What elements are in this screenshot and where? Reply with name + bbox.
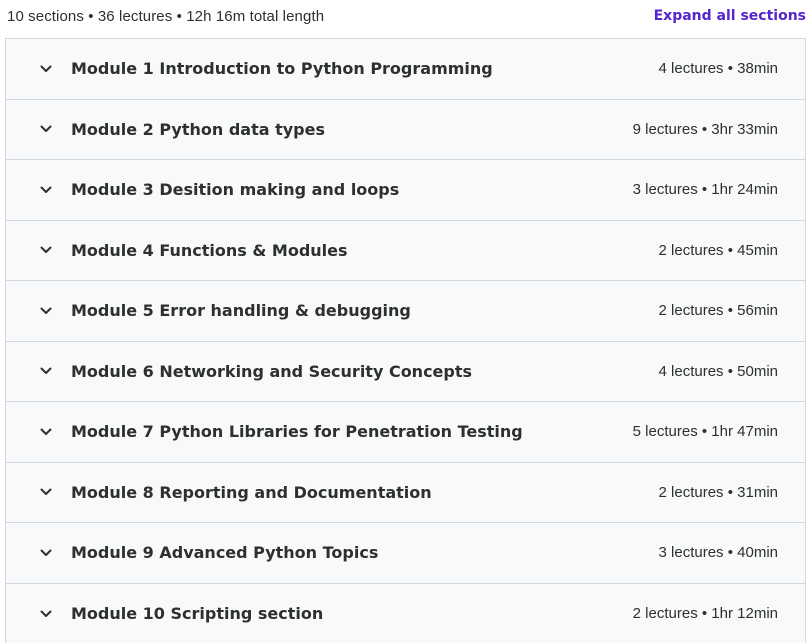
section-title: Module 5 Error handling & debugging: [71, 301, 411, 321]
expand-all-sections-link[interactable]: Expand all sections: [654, 8, 806, 24]
section-title: Module 1 Introduction to Python Programm…: [71, 59, 493, 79]
section-meta: 2 lectures • 31min: [658, 483, 778, 501]
section-title: Module 2 Python data types: [71, 119, 325, 139]
section-title: Module 6 Networking and Security Concept…: [71, 361, 473, 381]
section-meta: 3 lectures • 1hr 24min: [632, 181, 778, 199]
section-meta: 4 lectures • 38min: [658, 60, 778, 78]
chevron-down-icon: [38, 484, 54, 500]
section-row[interactable]: Module 10 Scripting section 2 lectures •…: [6, 583, 805, 643]
section-meta: 5 lectures • 1hr 47min: [632, 423, 778, 441]
section-title: Module 10 Scripting section: [71, 604, 324, 624]
course-summary-bar: 10 sections • 36 lectures • 12h 16m tota…: [0, 0, 812, 32]
section-title: Module 9 Advanced Python Topics: [71, 543, 379, 563]
section-row[interactable]: Module 2 Python data types 9 lectures • …: [6, 99, 805, 160]
sections-accordion: Module 1 Introduction to Python Programm…: [5, 38, 806, 643]
section-row[interactable]: Module 8 Reporting and Documentation 2 l…: [6, 462, 805, 523]
section-row[interactable]: Module 3 Desition making and loops 3 lec…: [6, 160, 805, 221]
course-summary-text: 10 sections • 36 lectures • 12h 16m tota…: [7, 7, 325, 25]
section-row[interactable]: Module 5 Error handling & debugging 2 le…: [6, 281, 805, 342]
chevron-down-icon: [38, 303, 54, 319]
section-title: Module 3 Desition making and loops: [71, 180, 400, 200]
section-row[interactable]: Module 9 Advanced Python Topics 3 lectur…: [6, 523, 805, 584]
chevron-down-icon: [38, 121, 54, 137]
section-title: Module 7 Python Libraries for Penetratio…: [71, 422, 523, 442]
section-row[interactable]: Module 6 Networking and Security Concept…: [6, 341, 805, 402]
section-meta: 4 lectures • 50min: [658, 362, 778, 380]
chevron-down-icon: [38, 61, 54, 77]
section-row[interactable]: Module 7 Python Libraries for Penetratio…: [6, 402, 805, 463]
chevron-down-icon: [38, 242, 54, 258]
section-row[interactable]: Module 4 Functions & Modules 2 lectures …: [6, 220, 805, 281]
section-title: Module 4 Functions & Modules: [71, 240, 348, 260]
section-meta: 2 lectures • 56min: [658, 302, 778, 320]
chevron-down-icon: [38, 182, 54, 198]
section-title: Module 8 Reporting and Documentation: [71, 482, 432, 502]
section-meta: 3 lectures • 40min: [658, 544, 778, 562]
section-meta: 2 lectures • 45min: [658, 241, 778, 259]
chevron-down-icon: [38, 606, 54, 622]
course-content-panel: 10 sections • 36 lectures • 12h 16m tota…: [0, 0, 812, 643]
chevron-down-icon: [38, 424, 54, 440]
chevron-down-icon: [38, 545, 54, 561]
section-row[interactable]: Module 1 Introduction to Python Programm…: [6, 39, 805, 100]
section-meta: 2 lectures • 1hr 12min: [632, 605, 778, 623]
chevron-down-icon: [38, 363, 54, 379]
section-meta: 9 lectures • 3hr 33min: [632, 120, 778, 138]
